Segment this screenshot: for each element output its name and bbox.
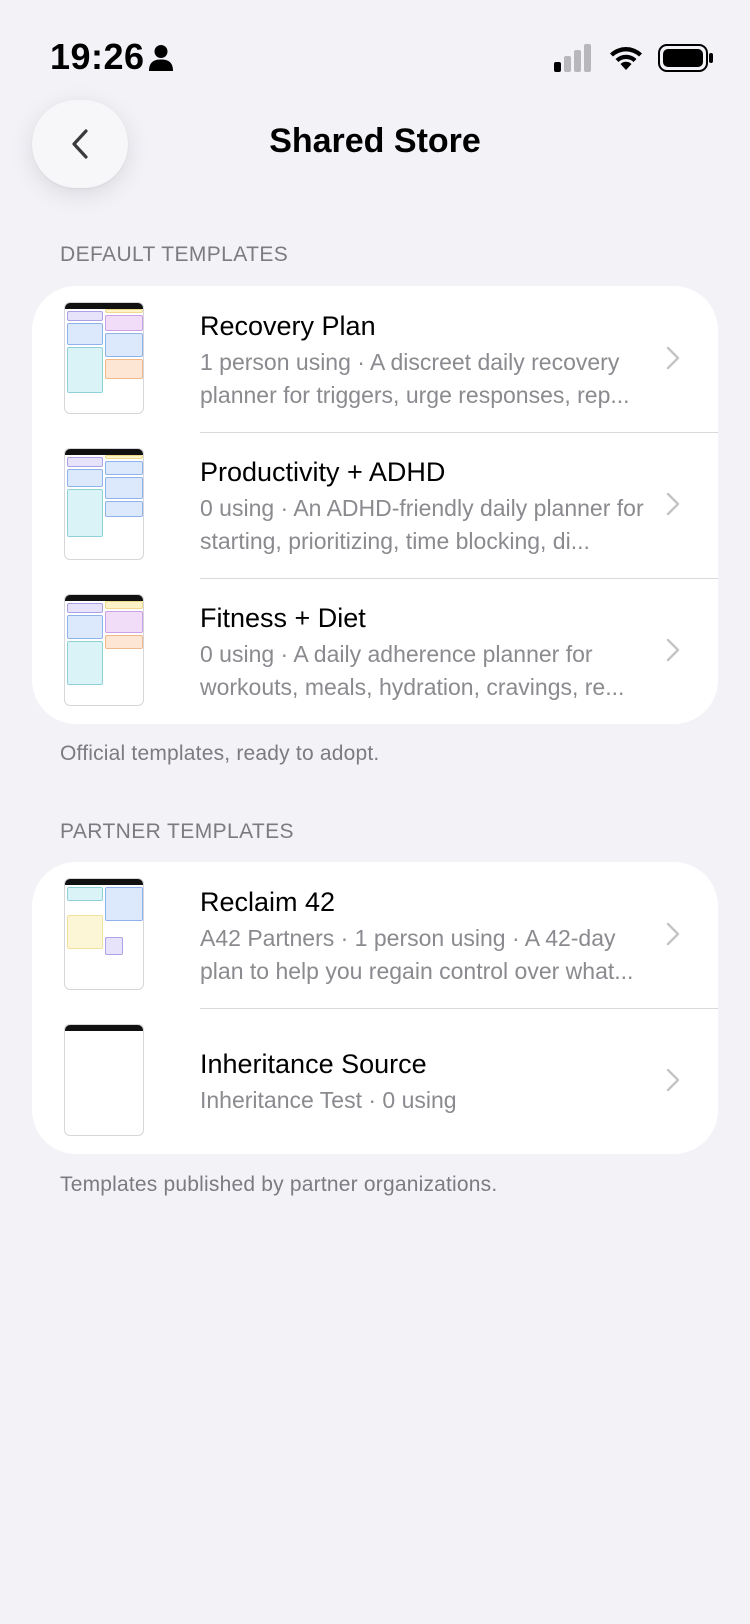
person-icon bbox=[149, 45, 173, 71]
wifi-icon bbox=[610, 47, 642, 70]
template-title: Fitness + Diet bbox=[200, 603, 366, 633]
partner-templates-card: Reclaim 42 A42 Partners · 1 person using… bbox=[32, 862, 718, 1154]
template-row-inheritance-source[interactable]: Inheritance Source Inheritance Test · 0 … bbox=[32, 1008, 718, 1154]
page-title: Shared Store bbox=[269, 122, 481, 160]
screen: 19:26 Shared Store DEFAULT TEMPLATES Rec… bbox=[0, 0, 750, 1624]
status-indicators bbox=[554, 44, 714, 72]
section-footer-default: Official templates, ready to adopt. bbox=[60, 742, 380, 765]
template-thumbnail bbox=[64, 302, 144, 414]
chevron-right-icon bbox=[666, 922, 680, 946]
status-time: 19:26 bbox=[50, 36, 145, 77]
template-row-reclaim-42[interactable]: Reclaim 42 A42 Partners · 1 person using… bbox=[32, 862, 718, 1008]
status-bar: 19:26 bbox=[0, 0, 750, 100]
section-footer-partner: Templates published by partner organizat… bbox=[60, 1173, 498, 1196]
battery-icon bbox=[658, 44, 713, 72]
template-subtitle: A42 Partners · 1 person using · A 42-day… bbox=[200, 925, 634, 984]
template-thumbnail bbox=[64, 1024, 144, 1136]
template-thumbnail bbox=[64, 448, 144, 560]
chevron-right-icon bbox=[666, 638, 680, 662]
template-row-recovery-plan[interactable]: Recovery Plan 1 person using · A discree… bbox=[32, 286, 718, 432]
section-header-partner: PARTNER TEMPLATES bbox=[60, 820, 294, 843]
template-thumbnail bbox=[64, 878, 144, 990]
template-thumbnail bbox=[64, 594, 144, 706]
template-subtitle: 0 using · An ADHD-friendly daily planner… bbox=[200, 495, 644, 554]
template-subtitle: 0 using · A daily adherence planner for … bbox=[200, 641, 625, 700]
template-row-fitness-diet[interactable]: Fitness + Diet 0 using · A daily adheren… bbox=[32, 578, 718, 724]
template-title: Productivity + ADHD bbox=[200, 457, 446, 487]
chevron-right-icon bbox=[666, 492, 680, 516]
template-title: Reclaim 42 bbox=[200, 887, 336, 917]
default-templates-card: Recovery Plan 1 person using · A discree… bbox=[32, 286, 718, 724]
cellular-signal-icon bbox=[554, 44, 591, 72]
chevron-right-icon bbox=[666, 346, 680, 370]
template-subtitle: Inheritance Test · 0 using bbox=[200, 1087, 457, 1113]
template-row-productivity-adhd[interactable]: Productivity + ADHD 0 using · An ADHD-fr… bbox=[32, 432, 718, 578]
template-subtitle: 1 person using · A discreet daily recove… bbox=[200, 349, 630, 408]
template-title: Inheritance Source bbox=[200, 1049, 427, 1079]
chevron-right-icon bbox=[666, 1068, 680, 1092]
section-header-default: DEFAULT TEMPLATES bbox=[60, 243, 289, 266]
template-title: Recovery Plan bbox=[200, 311, 376, 341]
